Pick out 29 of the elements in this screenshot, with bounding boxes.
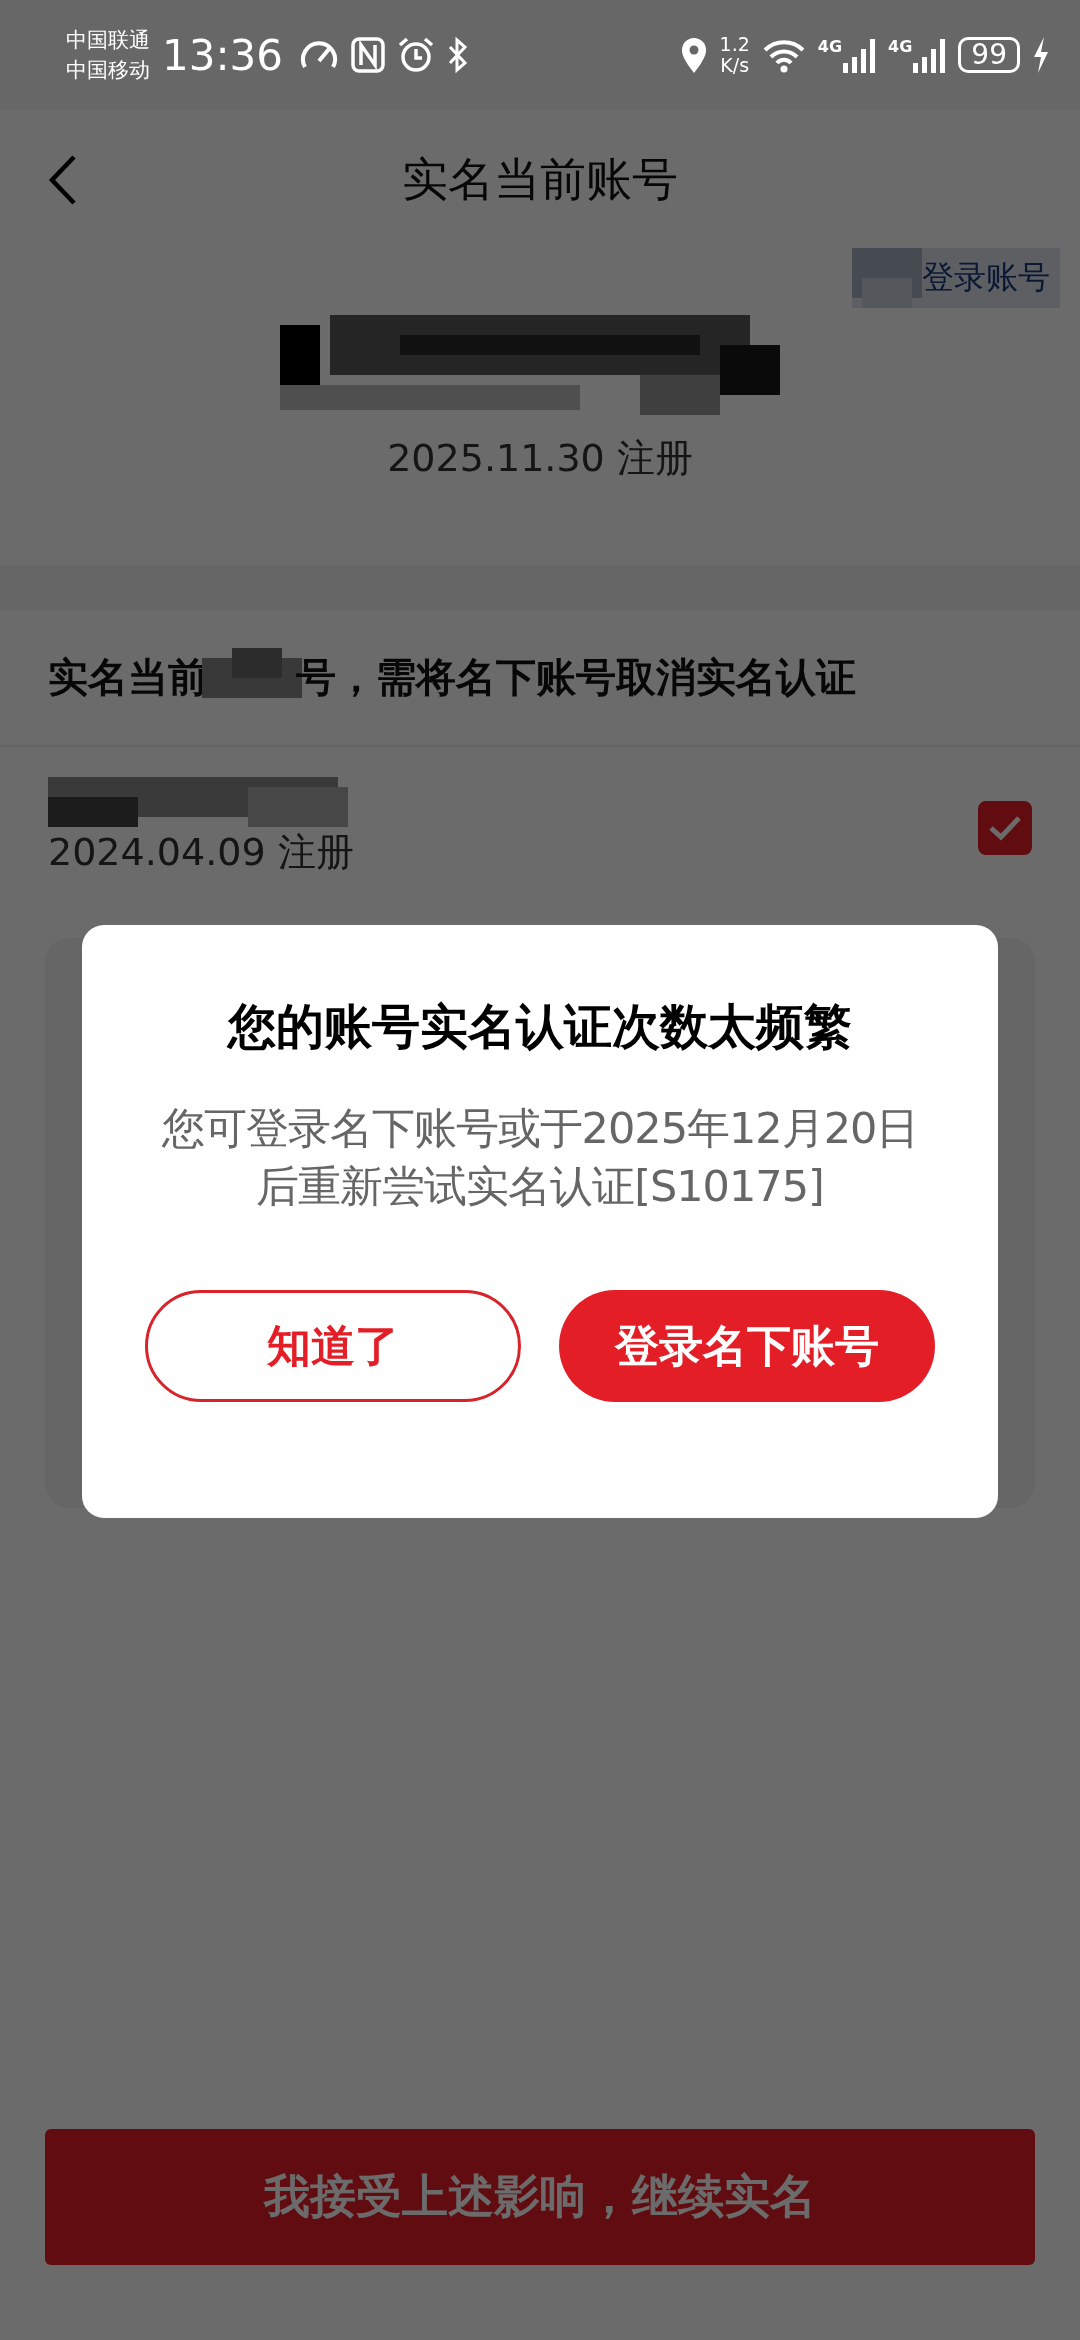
- checkbox[interactable]: [978, 800, 1032, 855]
- continue-button[interactable]: 我接受上述影响，继续实名: [45, 2129, 1035, 2265]
- back-icon[interactable]: [48, 154, 78, 206]
- network-type: 4G: [888, 37, 913, 56]
- dialog-title: 您的账号实名认证次数太频繁: [228, 997, 852, 1056]
- section-heading: 号，需将名下账号取消实名认证: [296, 653, 856, 702]
- registration-date: 2024.04.09 注册: [48, 829, 355, 876]
- carrier-name: 中国联通: [66, 27, 150, 54]
- dismiss-button[interactable]: 知道了: [145, 1290, 521, 1402]
- redaction-drawing: [852, 248, 922, 308]
- alarm-icon: [397, 37, 436, 73]
- speed-unit: K/s: [720, 55, 750, 76]
- carrier-name: 中国移动: [66, 57, 150, 84]
- network-type: 4G: [817, 37, 843, 56]
- signal-icon: [912, 37, 947, 73]
- wifi-icon: [761, 37, 806, 73]
- signal-icon: [842, 37, 877, 73]
- page-title: 实名当前账号: [402, 151, 678, 208]
- location-icon: [679, 36, 708, 74]
- check-icon: [988, 814, 1022, 841]
- nfc-icon: [351, 37, 386, 73]
- dialog-message: 您可登录名下账号或于2025年12月20日后重新尝试实名认证[S10175]: [160, 1102, 920, 1213]
- status-time: 13:36: [162, 30, 284, 80]
- bluetooth-icon: [447, 37, 470, 73]
- login-button[interactable]: 登录名下账号: [559, 1290, 935, 1402]
- network-speed: 1.2: [719, 34, 750, 55]
- registration-date: 2025.11.30 注册: [387, 435, 693, 482]
- battery-level: 99: [958, 37, 1020, 73]
- charging-icon: [1032, 36, 1050, 74]
